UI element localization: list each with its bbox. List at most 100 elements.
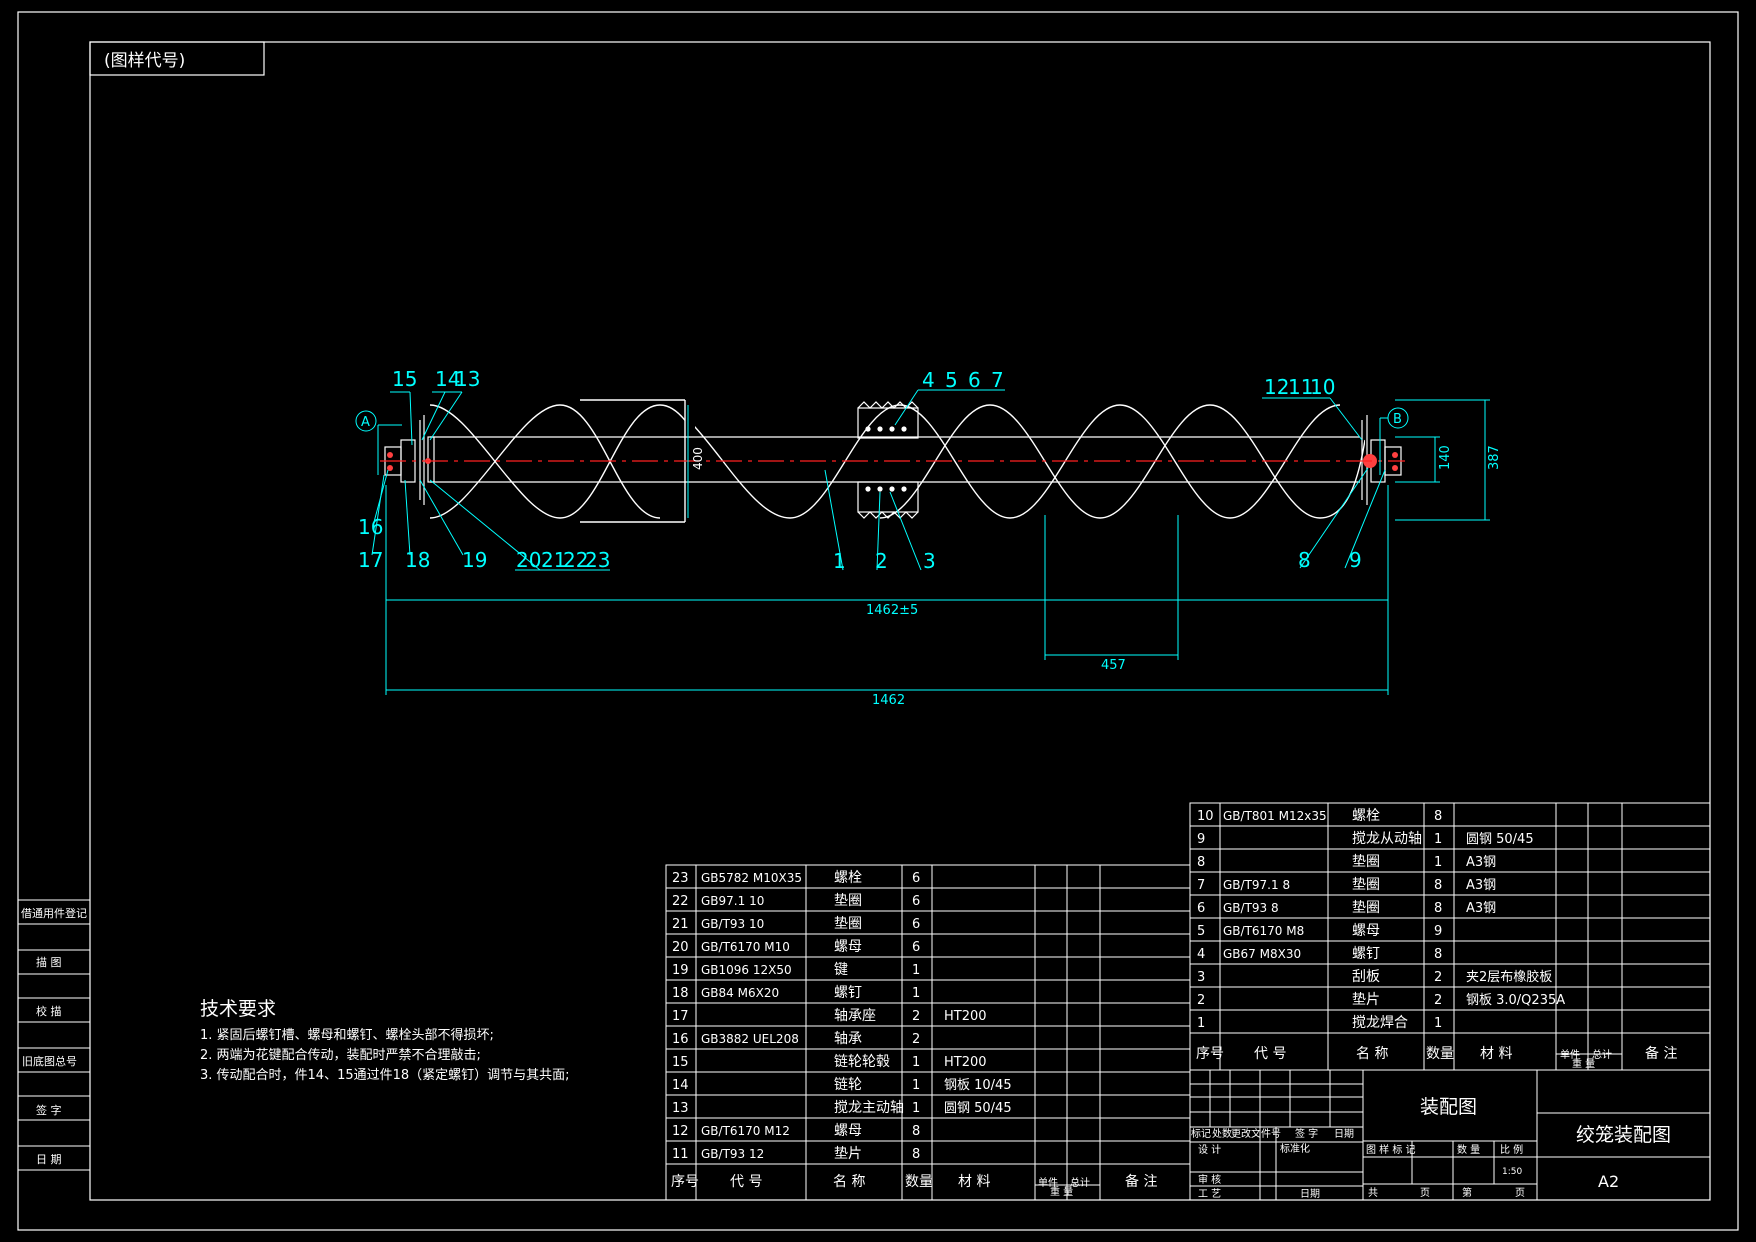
side-label-borrow: 借通用件登记 [21, 906, 87, 920]
bom-item-qty: 2 [912, 1032, 920, 1047]
balloon-4: 4 [922, 368, 935, 392]
bom-item-name: 键 [834, 962, 848, 978]
side-label-check: 校 描 [36, 1004, 62, 1018]
bom-item-name: 螺母 [834, 1123, 862, 1139]
bom-item-no: 2 [1197, 993, 1205, 1008]
bom-item-material: A3钢 [1466, 878, 1496, 893]
bom-item-code: GB3882 UEL208 [701, 1032, 799, 1046]
balloon-18: 18 [405, 548, 430, 572]
bom-item-name: 轴承座 [834, 1008, 876, 1024]
rev-count: 处数 [1212, 1127, 1232, 1140]
bom-item-no: 3 [1197, 970, 1205, 985]
side-label-old-base: 旧底图总号 [22, 1054, 77, 1068]
side-column [18, 899, 90, 1171]
bom-header-cell: 代 号 [1254, 1046, 1286, 1062]
bom-item-name: 链轮 [834, 1077, 862, 1093]
bom-header-cell: 序号 [671, 1174, 699, 1190]
dim-shaft: 140 [1438, 445, 1453, 470]
bom-item-code: GB/T93 12 [701, 1147, 764, 1161]
tb-process: 工 艺 [1198, 1188, 1221, 1200]
bom-item-no: 15 [672, 1055, 689, 1070]
leader-lines [371, 389, 1388, 571]
side-label-date: 日 期 [36, 1153, 62, 1166]
bom-item-name: 链轮轮毂 [834, 1054, 890, 1070]
bom-item-code: GB/T6170 M10 [701, 940, 790, 954]
bom-header-cell: 数量 [905, 1174, 933, 1190]
bom-item-qty: 1 [1434, 855, 1442, 870]
dim-pitch: 457 [1101, 658, 1126, 673]
bom-item-material: 圆钢 50/45 [944, 1101, 1012, 1116]
bom-left-rows: 23 GB5782 M10X35 螺栓 622 GB97.1 10 垫圈 621 GB/T93… [666, 870, 1190, 1198]
bom-item-material: 夹2层布橡胶板 [1466, 969, 1552, 985]
bom-item-code: GB/T6170 M12 [701, 1124, 790, 1138]
balloon-8: 8 [1298, 548, 1311, 572]
bom-item-no: 6 [1197, 901, 1205, 916]
balloon-3: 3 [923, 549, 936, 573]
balloon-17: 17 [358, 548, 383, 572]
bom-item-qty: 2 [912, 1009, 920, 1024]
bom-item-name: 垫圈 [834, 893, 862, 909]
bom-item-qty: 8 [912, 1124, 920, 1139]
bom-item-code: GB5782 M10X35 [701, 871, 802, 885]
tech-req-2: 2. 两端为花键配合传动，装配时严禁不合理敲击; [200, 1047, 481, 1063]
bom-item-no: 14 [672, 1078, 689, 1093]
bom-item-name: 搅龙主动轴 [834, 1100, 904, 1116]
bom-item-name: 垫圈 [1352, 877, 1380, 893]
tb-design: 设 计 [1198, 1143, 1221, 1156]
rev-date: 日期 [1334, 1128, 1354, 1140]
balloon-20: 20 [516, 548, 541, 572]
bom-header-cell: 材 料 [958, 1174, 990, 1190]
bom-item-no: 12 [672, 1124, 689, 1139]
bom-item-qty: 1 [912, 963, 920, 978]
bom-item-no: 13 [672, 1101, 689, 1116]
bom-item-name: 搅龙从动轴 [1352, 831, 1422, 847]
bom-item-name: 轴承 [834, 1031, 862, 1047]
bom-item-code: GB97.1 10 [701, 894, 764, 908]
tb-standard: 标准化 [1280, 1142, 1310, 1155]
bom-right-rows: 10 GB/T801 M12x35 螺栓 8 9 搅龙从动轴 1 圆钢 50/45 8 垫圈 1 A3… [1190, 808, 1710, 1070]
bom-item-qty: 6 [912, 894, 920, 909]
bom-item-no: 10 [1197, 809, 1214, 824]
bom-item-qty: 1 [912, 986, 920, 1001]
bom-item-code: GB/T97.1 8 [1223, 878, 1290, 892]
balloon-16: 16 [358, 515, 383, 539]
rev-doc: 更改文件号 [1231, 1127, 1281, 1140]
bom-item-no: 18 [672, 986, 689, 1001]
bom-item-no: 1 [1197, 1016, 1205, 1031]
bom-header-cell: 代 号 [730, 1174, 762, 1190]
bom-item-code: GB67 M8X30 [1223, 947, 1301, 961]
bom-item-no: 7 [1197, 878, 1205, 893]
bom-item-name: 垫圈 [834, 916, 862, 932]
balloon-15: 15 [392, 367, 417, 391]
bom-item-code: GB/T93 10 [701, 917, 764, 931]
bom-item-name: 螺钉 [834, 985, 862, 1001]
tb-sheet-total: 共 [1368, 1187, 1378, 1199]
tb-drawing-type: 装配图 [1420, 1096, 1477, 1118]
bom-item-qty: 2 [1434, 993, 1442, 1008]
tb-scale-label: 比 例 [1500, 1143, 1523, 1156]
bom-item-name: 垫圈 [1352, 854, 1380, 870]
side-label-trace: 描 图 [36, 955, 62, 969]
bom-item-no: 11 [672, 1147, 689, 1162]
bom-item-qty: 1 [912, 1078, 920, 1093]
tb-sheet-page: 页 [1420, 1187, 1430, 1199]
bom-item-qty: 6 [912, 917, 920, 932]
bom-item-no: 20 [672, 940, 689, 955]
bom-header-cell: 数量 [1426, 1046, 1454, 1062]
bom-item-material: 钢板 10/45 [944, 1078, 1012, 1093]
bom-header-cell: 重 量 [1572, 1057, 1595, 1070]
bom-header-cell: 备 注 [1645, 1045, 1677, 1062]
bom-item-code: GB84 M6X20 [701, 986, 779, 1000]
bom-item-no: 16 [672, 1032, 689, 1047]
conveyor-assembly [380, 399, 1405, 523]
bom-item-qty: 8 [1434, 947, 1442, 962]
drawing-code-tag: (图样代号) [104, 51, 185, 71]
dim-overall: 1462 [872, 693, 905, 708]
bom-item-material: 圆钢 50/45 [1466, 832, 1534, 847]
bom-item-no: 8 [1197, 855, 1205, 870]
bom-item-qty: 1 [912, 1055, 920, 1070]
tb-date: 日期 [1300, 1188, 1320, 1200]
tb-format: A2 [1598, 1172, 1619, 1191]
bom-item-material: 钢板 3.0/Q235A [1466, 993, 1565, 1008]
tb-drawing-name: 绞笼装配图 [1576, 1124, 1671, 1146]
